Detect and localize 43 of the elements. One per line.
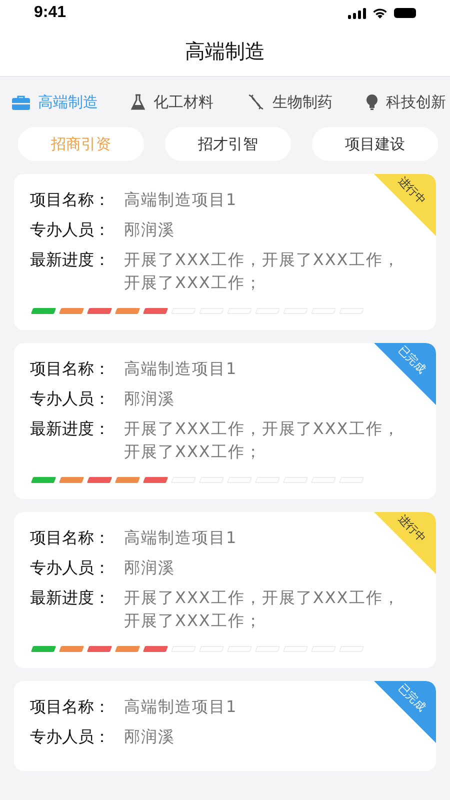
page-title: 高端制造 [184,38,266,64]
field-value: 高端制造项目1 [124,527,238,549]
wifi-icon [372,7,388,19]
flask-icon [131,94,146,110]
filter-tab[interactable]: 项目建设 [312,127,438,161]
field-label: 最新进度： [30,249,111,271]
field-label: 项目名称： [30,527,111,549]
project-card[interactable]: 进行中 项目名称： 高端制造项目1 专办人员： 邴润溪 最新进度： 开展了XXX工作，开展了XXX工作，开展了XXX工作； [14,174,436,330]
status-ribbon: 已完成 [374,343,436,405]
field-value: 高端制造项目1 [124,358,238,380]
field-label: 项目名称： [30,189,111,211]
status-ribbon: 进行中 [374,174,436,236]
field-value: 开展了XXX工作，开展了XXX工作，开展了XXX工作； [124,249,401,294]
project-card[interactable]: 已完成 项目名称： 高端制造项目1 专办人员： 邴润溪 [14,681,436,771]
field-value: 邴润溪 [124,388,176,410]
field-value: 邴润溪 [124,726,176,748]
field-value: 开展了XXX工作，开展了XXX工作，开展了XXX工作； [124,418,401,463]
field-value: 开展了XXX工作，开展了XXX工作，开展了XXX工作； [124,587,401,632]
field-label: 项目名称： [30,358,111,380]
field-label: 专办人员： [30,219,111,241]
field-label: 专办人员： [30,726,111,748]
battery-icon [394,8,416,18]
project-card[interactable]: 已完成 项目名称： 高端制造项目1 专办人员： 邴润溪 最新进度： 开展了XXX工作，开展了XXX工作，开展了XXX工作； [14,343,436,499]
filter-tab[interactable]: 招才引智 [165,127,291,161]
status-time: 9:41 [34,4,66,22]
field-label: 最新进度： [30,418,111,440]
field-value: 高端制造项目1 [124,696,238,718]
project-card[interactable]: 进行中 项目名称： 高端制造项目1 专办人员： 邴润溪 最新进度： 开展了XXX工作，开展了XXX工作，开展了XXX工作； [14,512,436,668]
field-value: 邴润溪 [124,557,176,579]
status-ribbon: 进行中 [374,512,436,574]
lightbulb-icon [366,94,378,110]
category-tab[interactable]: 化工材料 [131,91,214,113]
field-label: 专办人员： [30,557,111,579]
toolbox-icon [12,94,30,110]
category-tab[interactable]: 科技创新 [366,91,446,113]
signal-icon [348,8,366,18]
category-tab[interactable]: 生物制药 [246,91,333,113]
field-value: 邴润溪 [124,219,176,241]
field-label: 最新进度： [30,587,111,609]
field-label: 项目名称： [30,696,111,718]
field-value: 高端制造项目1 [124,189,238,211]
status-ribbon: 已完成 [374,681,436,743]
field-label: 专办人员： [30,388,111,410]
